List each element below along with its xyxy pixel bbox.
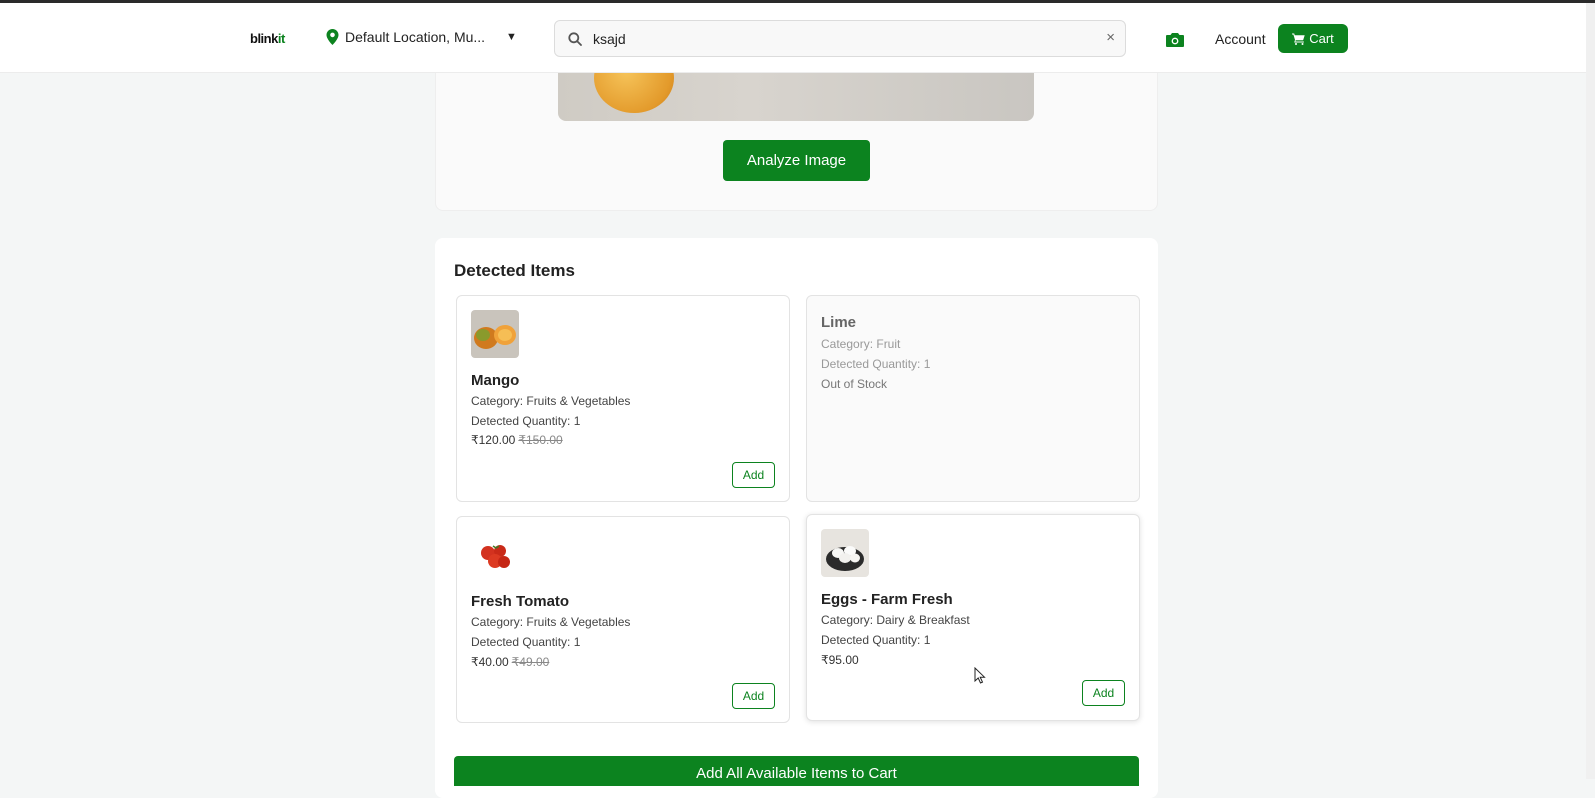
search-icon [568, 31, 582, 46]
item-category: Category: Dairy & Breakfast [821, 613, 970, 627]
mouse-cursor-icon [974, 667, 986, 684]
item-category: Category: Fruits & Vegetables [471, 394, 631, 408]
logo-accent-text: it [277, 31, 285, 46]
item-price: ₹95.00 [821, 653, 859, 667]
item-category: Category: Fruit [821, 337, 901, 351]
search-bar[interactable]: × [554, 20, 1126, 57]
tomato-thumbnail-icon [471, 531, 519, 579]
analyze-image-button[interactable]: Analyze Image [723, 140, 870, 181]
detected-items-title: Detected Items [454, 261, 575, 280]
item-price: ₹120.00 [471, 433, 516, 447]
location-label: Default Location, Mu... [345, 29, 486, 45]
item-price: ₹40.00 [471, 655, 509, 669]
item-quantity: Detected Quantity: 1 [471, 414, 581, 428]
item-price-row: ₹95.00 [821, 653, 859, 667]
page-scrollbar[interactable] [1586, 3, 1595, 779]
add-button[interactable]: Add [732, 462, 775, 488]
location-pin-icon [326, 29, 339, 45]
clear-search-icon[interactable]: × [1106, 29, 1115, 46]
item-quantity: Detected Quantity: 1 [821, 633, 931, 647]
mango-thumbnail-icon [471, 310, 519, 358]
cart-label: Cart [1309, 31, 1334, 46]
blinkit-logo[interactable]: blinkit [250, 31, 285, 46]
location-selector[interactable]: Default Location, Mu... ▼ [326, 29, 517, 45]
eggs-thumbnail-icon [821, 529, 869, 577]
add-all-to-cart-button[interactable]: Add All Available Items to Cart [454, 756, 1139, 786]
uploaded-image-preview [558, 73, 1034, 121]
item-mrp: ₹49.00 [511, 655, 550, 669]
cart-icon [1292, 33, 1305, 45]
logo-text: blink [250, 31, 278, 46]
item-price-row: ₹40.00 ₹49.00 [471, 655, 549, 669]
item-card-eggs: Eggs - Farm Fresh Category: Dairy & Brea… [806, 514, 1140, 721]
item-name: Lime [821, 314, 857, 331]
mango-image [594, 73, 674, 113]
add-button[interactable]: Add [732, 683, 775, 709]
top-navbar: blinkit Default Location, Mu... ▼ × Acco… [0, 3, 1595, 73]
item-mrp: ₹150.00 [518, 433, 563, 447]
item-price-row: ₹120.00 ₹150.00 [471, 433, 563, 447]
item-quantity: Detected Quantity: 1 [821, 357, 931, 371]
camera-icon[interactable] [1166, 32, 1184, 48]
cart-button[interactable]: Cart [1278, 24, 1348, 53]
chevron-down-icon[interactable]: ▼ [506, 31, 517, 43]
item-card-tomato: Fresh Tomato Category: Fruits & Vegetabl… [456, 516, 790, 723]
item-card-mango: Mango Category: Fruits & Vegetables Dete… [456, 295, 790, 502]
search-input[interactable] [593, 30, 1073, 47]
item-category: Category: Fruits & Vegetables [471, 615, 631, 629]
account-link[interactable]: Account [1215, 31, 1266, 47]
item-name: Eggs - Farm Fresh [821, 591, 953, 608]
out-of-stock-label: Out of Stock [821, 377, 888, 391]
item-name: Fresh Tomato [471, 593, 570, 610]
item-card-lime: Lime Category: Fruit Detected Quantity: … [806, 295, 1140, 502]
add-button[interactable]: Add [1082, 680, 1125, 706]
item-name: Mango [471, 372, 520, 389]
item-quantity: Detected Quantity: 1 [471, 635, 581, 649]
